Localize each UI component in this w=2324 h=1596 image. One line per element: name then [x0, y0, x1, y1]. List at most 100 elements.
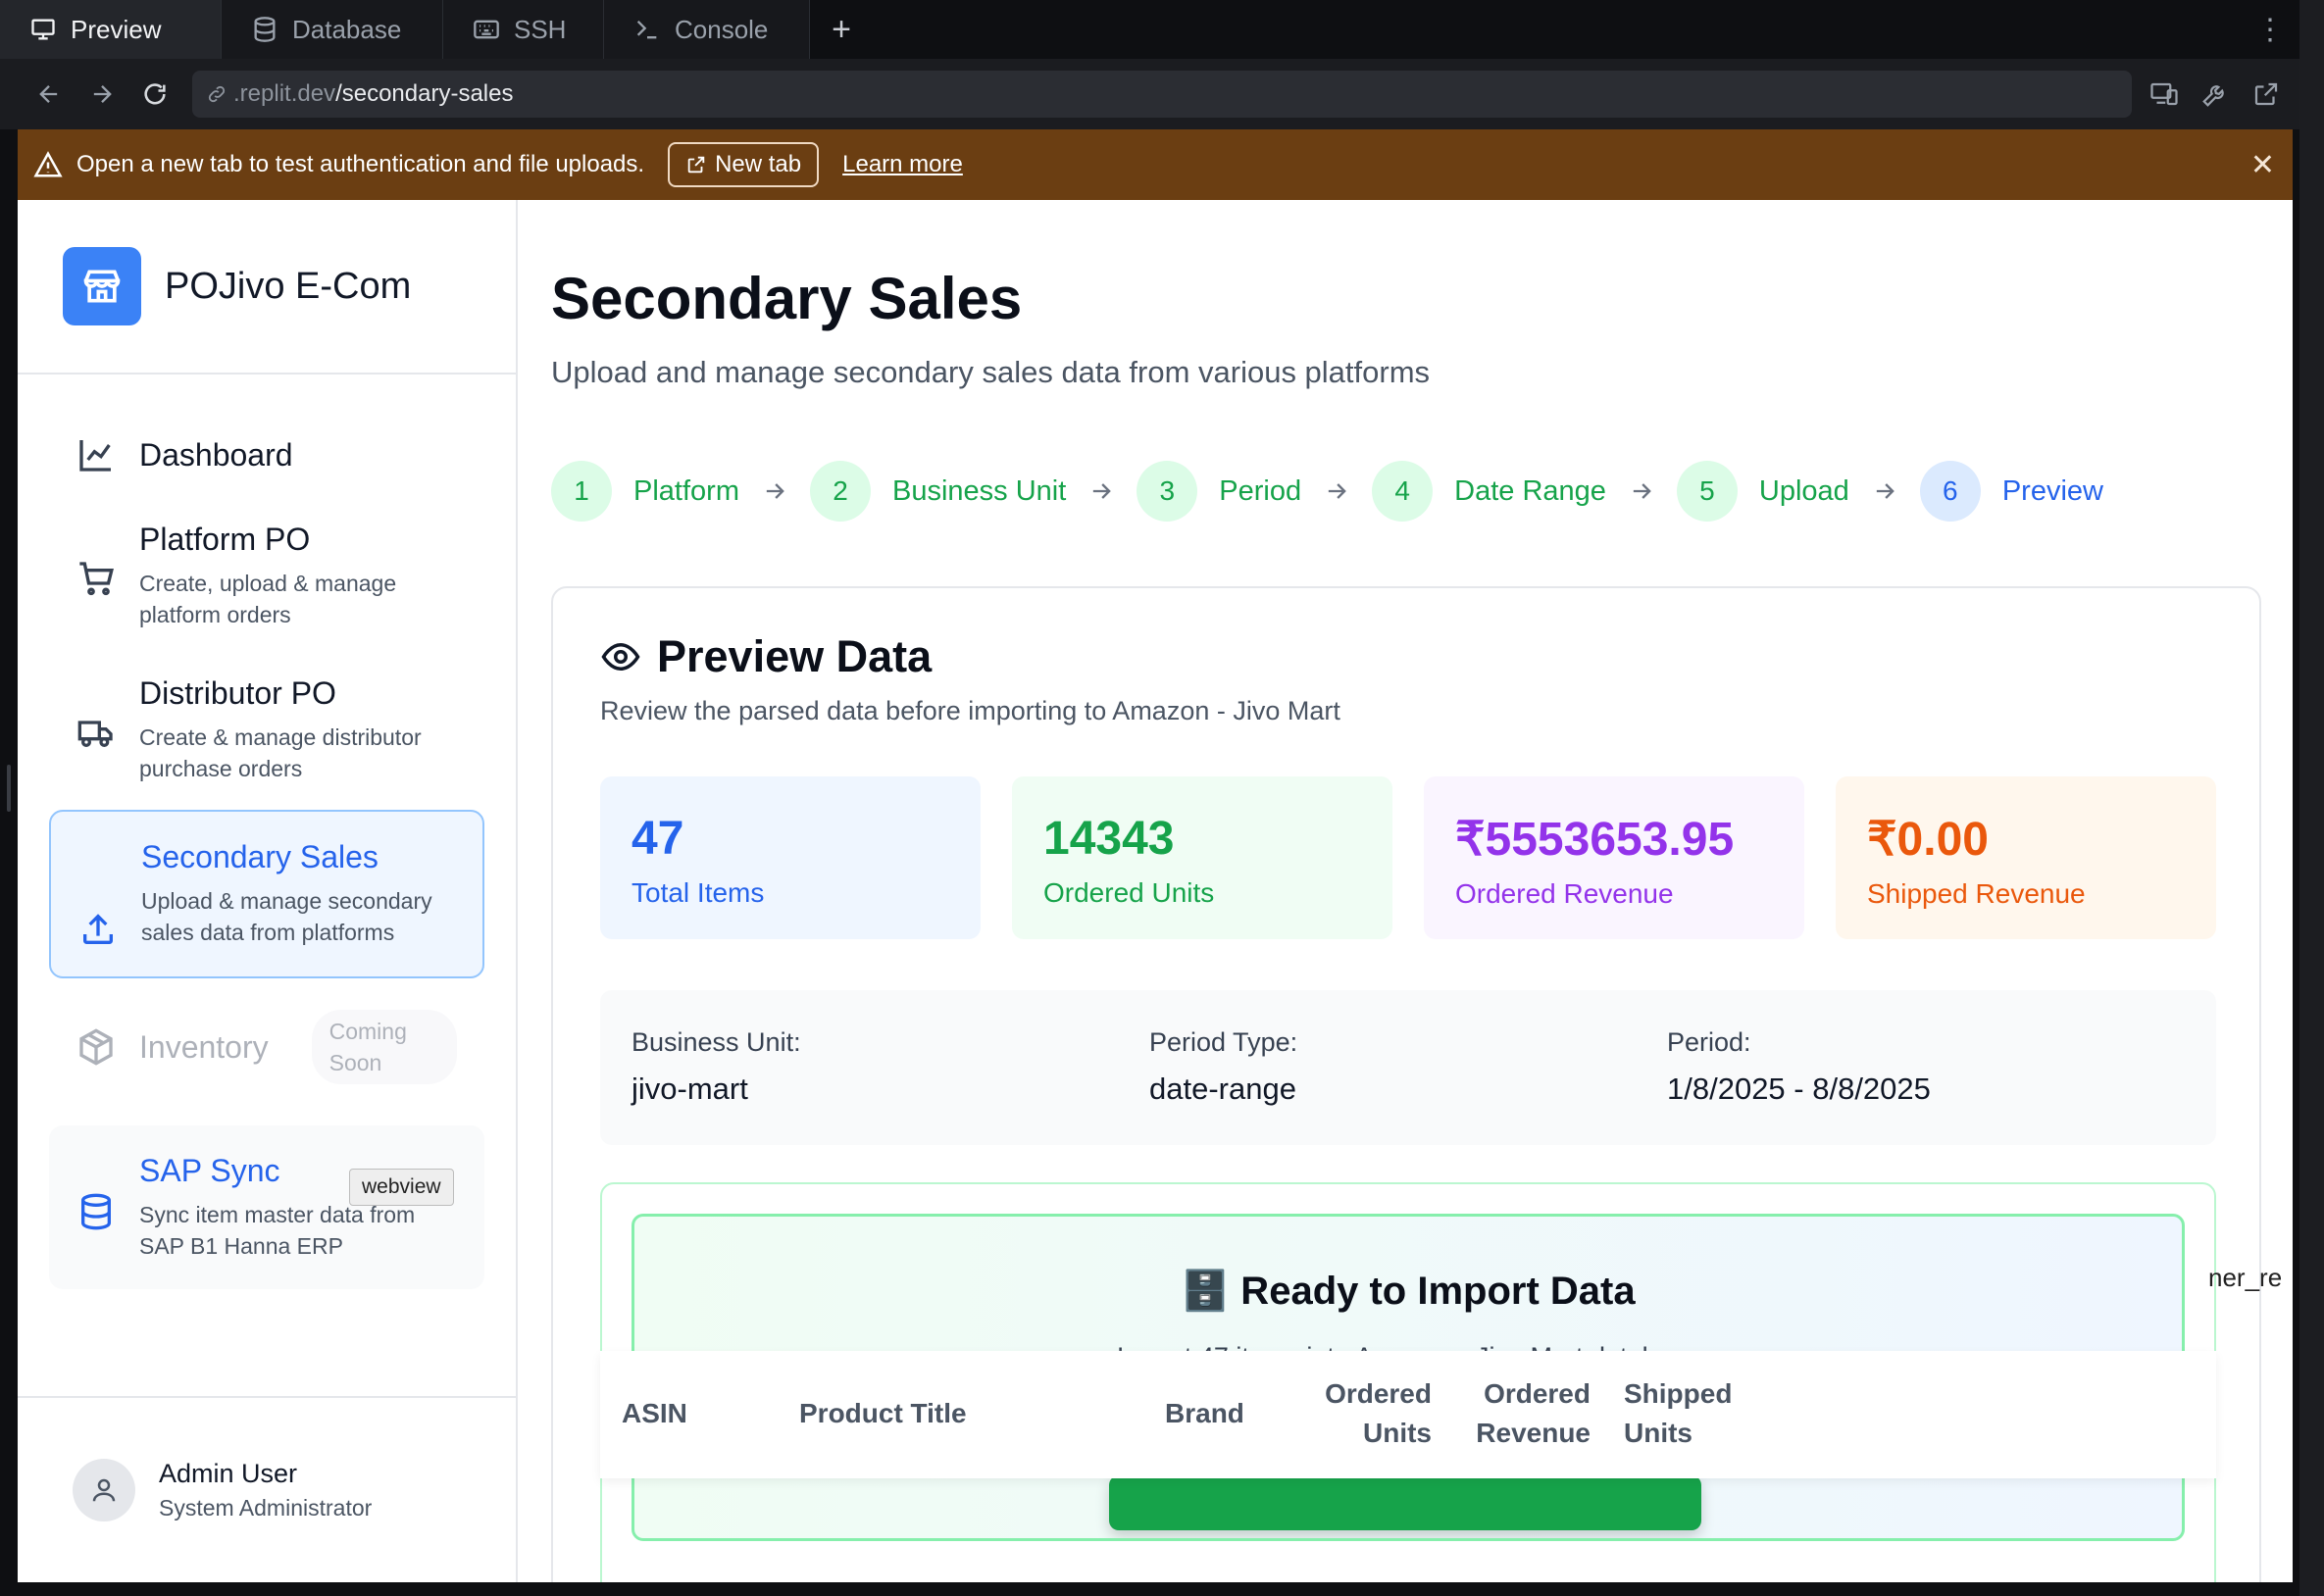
stat-label: Total Items: [632, 877, 765, 908]
step-number: 1: [551, 461, 612, 522]
stat-label: Ordered Revenue: [1455, 878, 1674, 909]
address-bar: .replit.dev/secondary-sales: [0, 59, 2299, 129]
preview-title: Preview Data: [600, 631, 932, 682]
step-label: Period: [1219, 474, 1302, 507]
user-role: System Administrator: [159, 1495, 373, 1521]
arrow-right-icon: [1328, 483, 1346, 499]
preview-title-text: Preview Data: [657, 631, 933, 681]
stat-total-items: 47 Total Items: [600, 776, 981, 939]
stat-ordered-units: 14343 Ordered Units: [1012, 776, 1392, 939]
step-period[interactable]: 3 Period: [1137, 461, 1301, 522]
overflow-text: ner_re: [2208, 1263, 2283, 1292]
url-input[interactable]: .replit.dev/secondary-sales: [192, 71, 2132, 118]
preview-card: Preview Data Review the parsed data befo…: [551, 586, 2261, 1582]
learn-more-link[interactable]: Learn more: [842, 151, 963, 178]
reload-icon[interactable]: [129, 69, 180, 120]
meta-business-unit: Business Unit: jivo-mart: [632, 1027, 1149, 1108]
page-subtitle: Upload and manage secondary sales data f…: [551, 355, 1431, 389]
tab-console[interactable]: Console: [604, 0, 810, 59]
tab-ssh[interactable]: SSH: [443, 0, 604, 59]
line-chart-icon: [79, 440, 111, 472]
ide-tab-bar: Preview Database SSH Console + ⋮: [0, 0, 2299, 59]
webview-tooltip: webview: [349, 1169, 454, 1206]
url-path: /secondary-sales: [335, 80, 514, 107]
replit-workspace: Preview Database SSH Console + ⋮ .replit…: [0, 0, 2299, 1596]
shopping-cart-icon: [79, 562, 114, 596]
column-header-product-title[interactable]: Product Title: [799, 1394, 967, 1433]
sidebar-item-distributor-po[interactable]: Distributor PO Create & manage distribut…: [49, 658, 484, 802]
arrow-right-icon: [766, 483, 784, 499]
sidebar-item-dashboard[interactable]: Dashboard: [49, 414, 484, 496]
sidebar-item-description: Upload & manage secondary sales data fro…: [141, 888, 432, 945]
close-icon[interactable]: ✕: [2250, 148, 2275, 182]
step-platform[interactable]: 1 Platform: [551, 461, 739, 522]
new-tab-button[interactable]: New tab: [668, 142, 820, 187]
user-profile[interactable]: Admin User System Administrator: [18, 1396, 516, 1582]
more-options-icon[interactable]: ⋮: [2241, 0, 2299, 59]
meta-value: date-range: [1149, 1072, 1296, 1106]
wrench-icon[interactable]: [2200, 79, 2230, 109]
app-viewport: POJivo E-Com Dashboard Platform PO Creat…: [18, 200, 2293, 1582]
stat-label: Ordered Units: [1043, 877, 1215, 908]
sidebar-item-label: Secondary Sales: [141, 839, 379, 874]
page-title: Secondary Sales: [551, 266, 1023, 331]
monitor-icon: [31, 19, 55, 40]
sidebar-item-description: Create, upload & manage platform orders: [139, 571, 397, 627]
new-tab-label: New tab: [715, 151, 802, 177]
resize-handle[interactable]: [7, 765, 11, 812]
arrow-right-icon: [1876, 483, 1895, 499]
stat-value: ₹5553653.95: [1455, 814, 1735, 866]
sidebar-item-platform-po[interactable]: Platform PO Create, upload & manage plat…: [49, 504, 484, 648]
import-button[interactable]: [1109, 1475, 1701, 1530]
meta-key: Period Type:: [1149, 1027, 1298, 1057]
sidebar-item-label: Platform PO: [139, 522, 311, 557]
step-label: Date Range: [1454, 474, 1606, 507]
step-number: 4: [1372, 461, 1434, 522]
forward-arrow-icon[interactable]: [76, 69, 127, 120]
column-header-asin[interactable]: ASIN: [622, 1394, 687, 1433]
external-link-icon[interactable]: [2251, 79, 2281, 109]
step-upload[interactable]: 5 Upload: [1676, 461, 1849, 522]
step-business-unit[interactable]: 2 Business Unit: [809, 461, 1067, 522]
sidebar-item-label: Dashboard: [139, 436, 293, 473]
new-tab-plus-icon[interactable]: +: [810, 0, 873, 59]
column-header-shipped-units[interactable]: Shipped Units: [1624, 1374, 1732, 1453]
back-arrow-icon[interactable]: [24, 69, 75, 120]
eye-icon: [601, 642, 640, 672]
avatar: [73, 1459, 135, 1521]
stat-value: ₹0.00: [1867, 814, 1989, 866]
warning-banner: Open a new tab to test authentication an…: [18, 129, 2293, 200]
column-header-ordered-revenue[interactable]: Ordered Revenue: [1453, 1374, 1591, 1453]
sidebar-item-label: Inventory: [139, 1028, 269, 1065]
sidebar-item-sap-sync[interactable]: SAP Sync Sync item master data from SAP …: [49, 1125, 484, 1289]
meta-period-type: Period Type: date-range: [1149, 1027, 1667, 1108]
meta-value: 1/8/2025 - 8/8/2025: [1667, 1072, 1931, 1106]
column-header-ordered-units[interactable]: Ordered Units: [1314, 1374, 1432, 1453]
step-preview[interactable]: 6 Preview: [1919, 461, 2103, 522]
tab-preview[interactable]: Preview: [0, 0, 222, 59]
stepper: 1 Platform 2 Business Unit 3 Period 4 Date R…: [551, 461, 2103, 522]
user-icon: [92, 1478, 116, 1502]
tab-database[interactable]: Database: [222, 0, 443, 59]
step-number: 6: [1919, 461, 1981, 522]
store-icon: [63, 247, 141, 325]
stat-label: Shipped Revenue: [1867, 878, 2086, 909]
user-name: Admin User: [159, 1459, 298, 1488]
truck-icon: [77, 721, 113, 747]
step-label: Preview: [2001, 474, 2103, 507]
sidebar-item-secondary-sales[interactable]: Secondary Sales Upload & manage secondar…: [49, 810, 484, 978]
upload-icon: [83, 914, 113, 944]
devices-icon[interactable]: [2149, 79, 2179, 109]
database-icon: [81, 1193, 111, 1230]
main-content: Secondary Sales Upload and manage second…: [551, 200, 2277, 1582]
step-label: Platform: [633, 474, 739, 507]
column-header-brand[interactable]: Brand: [1165, 1394, 1244, 1433]
step-date-range[interactable]: 4 Date Range: [1372, 461, 1606, 522]
ready-title: 🗄️ Ready to Import Data: [1181, 1270, 1636, 1313]
meta-period: Period: 1/8/2025 - 8/8/2025: [1667, 1027, 2185, 1108]
step-label: Business Unit: [891, 474, 1067, 507]
package-icon: [79, 1028, 113, 1066]
arrow-right-icon: [1633, 483, 1651, 499]
sidebar-item-description: Create & manage distributor purchase ord…: [139, 724, 422, 781]
sidebar-item-description: Sync item master data from SAP B1 Hanna …: [139, 1202, 416, 1259]
